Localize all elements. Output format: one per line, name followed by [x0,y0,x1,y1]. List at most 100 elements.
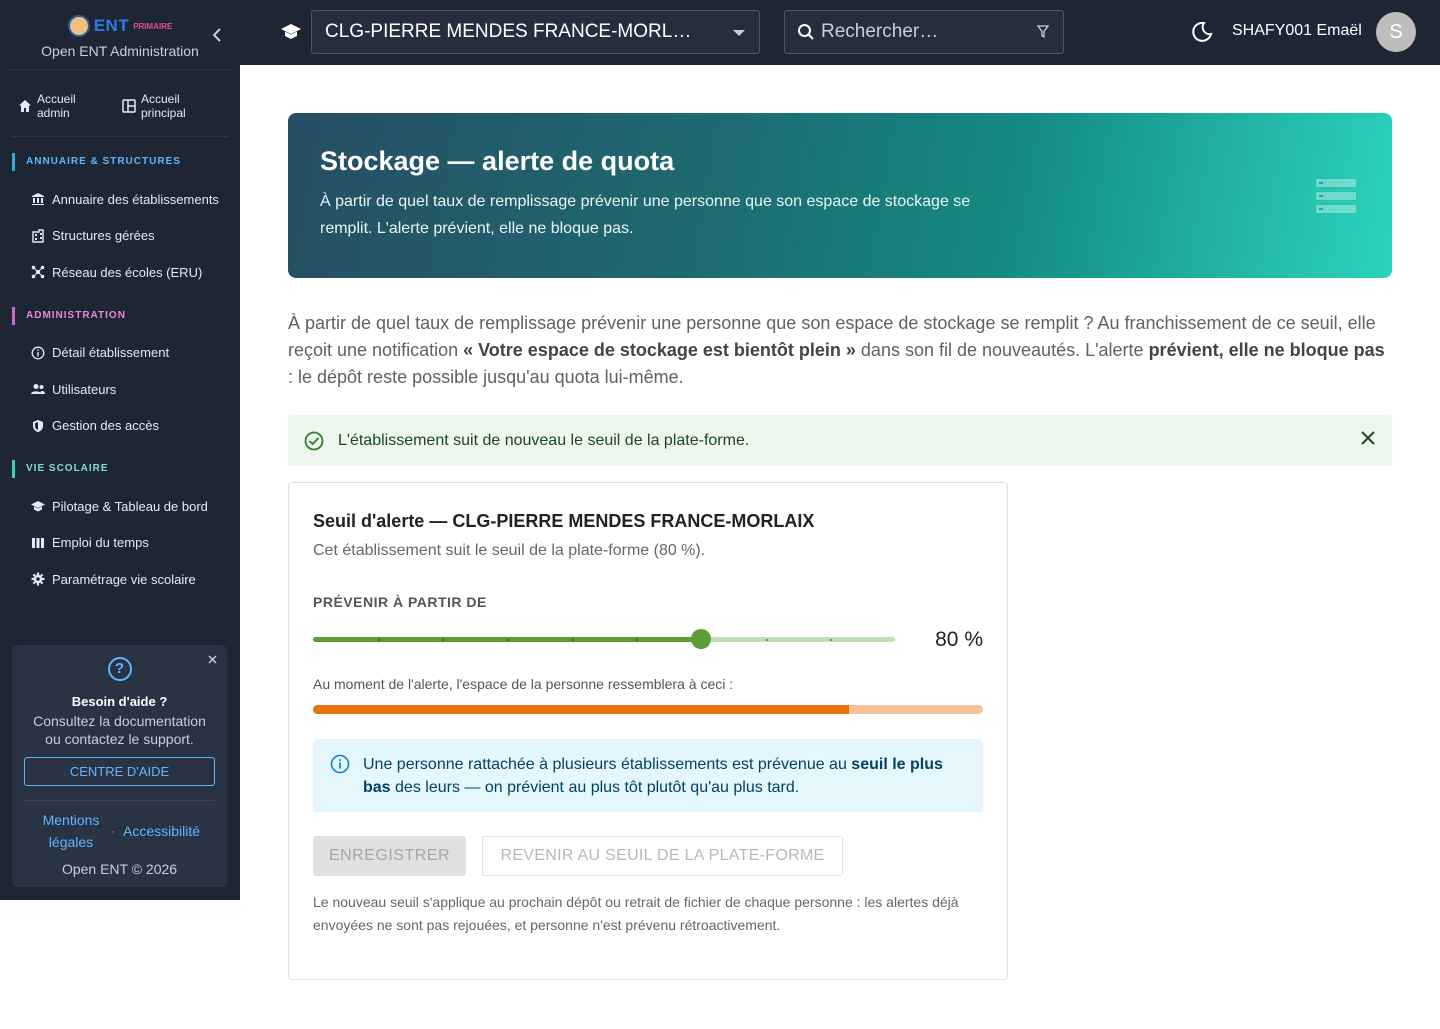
sidebar-item-access[interactable]: Gestion des accès [0,408,240,445]
section-administration: ADMINISTRATION Détail établissement Util… [0,306,240,445]
section-annuaire: ANNUAIRE & STRUCTURES Annuaire des établ… [0,153,240,291]
action-buttons: ENREGISTRER REVENIR AU SEUIL DE LA PLATE… [313,836,983,876]
graduation-cap-icon [280,22,302,47]
slider-thumb[interactable] [691,629,711,649]
quick-link-label: Accueil principal [141,92,186,120]
brand: ENT PRIMAIRE Open ENT Administration [8,0,232,70]
dark-mode-toggle-icon[interactable] [1190,20,1214,49]
page-title: Stockage — alerte de quota [320,146,675,176]
section-title: ANNUAIRE & STRUCTURES [12,153,240,171]
sidebar-item-structures[interactable]: Structures gérées [0,218,240,255]
collapse-sidebar-button[interactable] [208,24,226,46]
section-title: ADMINISTRATION [12,306,240,325]
intro-part: dans son fil de nouveautés. L'alerte [855,340,1149,360]
success-alert-message: L'établissement suit de nouveau le seuil… [338,431,750,449]
network-icon [30,264,46,280]
search-box [784,10,1064,54]
success-alert: L'établissement suit de nouveau le seuil… [288,415,1392,466]
sidebar-item-pilotage[interactable]: Pilotage & Tableau de bord [0,488,240,525]
shield-icon [30,418,46,434]
search-input[interactable] [821,21,1021,43]
mascot-icon [67,15,90,37]
revert-button[interactable]: REVENIR AU SEUIL DE LA PLATE-FORME [482,836,843,876]
help-text: Consultez la documentation ou contactez … [33,713,206,747]
school-icon [30,498,46,514]
sidebar-item-label: Structures gérées [52,228,155,244]
slider-tick-mark [442,639,445,641]
slider-tick-mark [830,639,833,641]
info-alert: Une personne rattachée à plusieurs établ… [313,739,983,812]
quick-link-main-home[interactable]: Accueil principal [122,92,216,120]
filter-icon[interactable] [1036,25,1050,44]
close-alert-button[interactable] [1360,430,1376,451]
sidebar: ENT PRIMAIRE Open ENT Administration Acc… [0,0,240,900]
info-icon [30,345,46,361]
slider-tick-mark [377,639,380,641]
main-content: Stockage — alerte de quota À partir de q… [288,113,1392,980]
logo-subtext: PRIMAIRE [133,21,173,31]
sidebar-item-label: Gestion des accès [52,418,159,434]
sidebar-item-label: Annuaire des établissements [52,191,219,207]
users-icon [30,381,46,397]
timetable-icon [30,535,46,551]
intro-bold: « Votre espace de stockage est bientôt p… [463,340,856,360]
help-links: Mentions légales · Accessibilité [12,809,227,853]
link-separator: · [110,824,115,838]
copyright: Open ENT © 2026 [61,861,178,877]
slider-tick-mark [765,639,768,641]
sidebar-item-settings[interactable]: Paramétrage vie scolaire [0,561,240,598]
avatar[interactable]: S [1376,12,1416,52]
user-name: SHAFY001 Emaël [1232,22,1362,39]
close-icon [208,655,217,664]
close-help-button[interactable] [208,651,217,667]
school-select[interactable]: CLG-PIERRE MENDES FRANCE-MORL… [311,10,760,54]
sidebar-item-label: Paramétrage vie scolaire [52,571,196,587]
intro-text: À partir de quel taux de remplissage pré… [288,310,1392,391]
footnote: Le nouveau seuil s'applique au prochain … [313,894,959,933]
info-part: Une personne rattachée à plusieurs établ… [363,756,852,773]
sidebar-item-detail[interactable]: Détail établissement [0,335,240,372]
save-button[interactable]: ENREGISTRER [313,836,466,876]
slider-value: 80 % [935,628,983,651]
info-icon [330,754,350,781]
sidebar-item-users[interactable]: Utilisateurs [0,371,240,408]
quick-link-admin-home[interactable]: Accueil admin [18,92,112,120]
card-title: Seuil d'alerte — CLG-PIERRE MENDES FRANC… [313,511,815,531]
search-icon [798,24,814,40]
logo-text: ENT [93,16,130,35]
threshold-slider-row: 80 % [313,622,983,662]
sidebar-item-label: Utilisateurs [52,381,117,397]
home-icon [18,99,32,113]
intro-bold: prévient, elle ne bloque pas [1148,340,1385,360]
building-icon [30,228,46,244]
quick-links: Accueil admin Accueil principal [12,70,228,137]
close-icon [1361,431,1375,445]
sidebar-item-label: Emploi du temps [52,535,149,551]
slider-tick-mark [507,639,509,641]
legal-link[interactable]: Mentions légales [39,809,103,853]
sidebar-item-timetable[interactable]: Emploi du temps [0,525,240,562]
help-title: Besoin d'aide ? [71,694,168,709]
sidebar-item-annuaire[interactable]: Annuaire des établissements [0,181,240,218]
help-question-icon: ? [107,657,132,681]
accessibility-link[interactable]: Accessibilité [123,820,200,842]
sidebar-item-reseau[interactable]: Réseau des écoles (ERU) [0,254,240,291]
section-vie-scolaire: VIE SCOLAIRE Pilotage & Tableau de bord … [0,460,240,598]
storage-preview-fill [313,705,849,714]
slider-tick-mark [636,639,639,641]
threshold-card: Seuil d'alerte — CLG-PIERRE MENDES FRANC… [288,482,1008,980]
hero-banner: Stockage — alerte de quota À partir de q… [288,113,1392,278]
page-subtitle: À partir de quel taux de remplissage pré… [320,193,971,237]
sidebar-item-label: Réseau des écoles (ERU) [52,264,203,280]
slider-tick-mark [571,639,574,641]
intro-part: : le dépôt reste possible jusqu'au quota… [288,367,684,387]
slider-label: PRÉVENIR À PARTIR DE [313,594,487,610]
dashboard-icon [122,99,136,113]
help-card: ? Besoin d'aide ? Consultez la documenta… [12,645,227,887]
preview-label: Au moment de l'alerte, l'espace de la pe… [313,676,734,692]
help-center-button[interactable]: CENTRE D'AIDE [24,757,215,786]
chevron-down-icon [733,30,745,36]
quick-link-label: Accueil admin [37,92,76,120]
gear-icon [30,571,46,587]
info-part: des leurs — on prévient au plus tôt plut… [390,779,800,796]
